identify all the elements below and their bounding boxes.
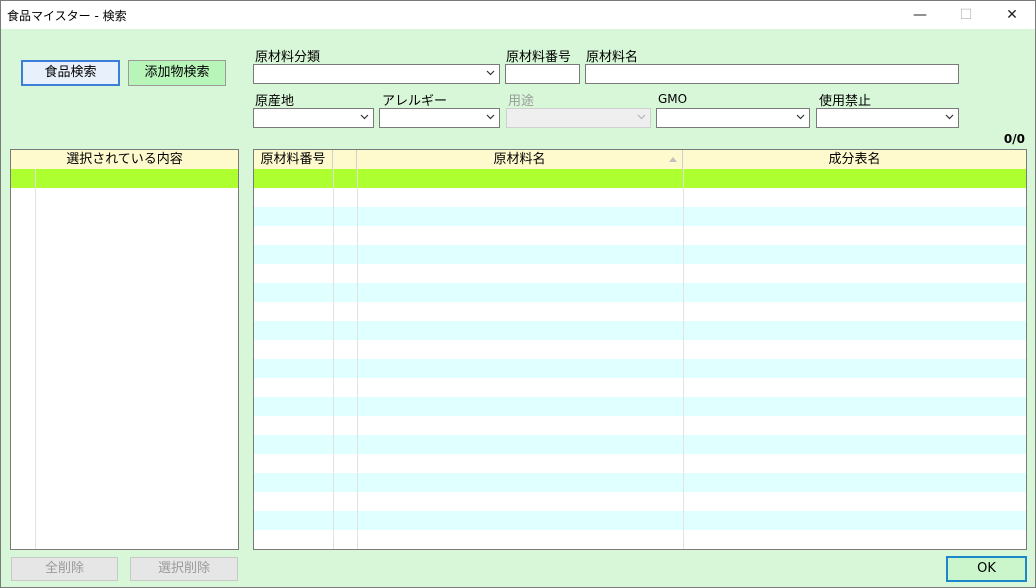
table-row[interactable]	[11, 321, 238, 341]
table-row[interactable]	[11, 264, 238, 284]
table-row[interactable]	[254, 207, 1026, 226]
grid-divider	[333, 169, 334, 549]
table-row[interactable]	[254, 340, 1026, 359]
origin-combo[interactable]	[253, 108, 374, 128]
column-header-material-number[interactable]: 原材料番号	[254, 150, 333, 169]
prohibited-label: 使用禁止	[819, 94, 872, 109]
grid-divider	[357, 169, 358, 549]
table-row[interactable]	[11, 492, 238, 512]
table-row[interactable]	[11, 359, 238, 379]
table-row[interactable]	[11, 473, 238, 493]
column-header-material-name[interactable]: 原材料名	[357, 150, 683, 169]
minimize-icon[interactable]: —	[897, 1, 943, 29]
table-row[interactable]	[11, 378, 238, 398]
sort-ascending-icon	[669, 157, 677, 162]
gmo-combo[interactable]	[656, 108, 810, 128]
chevron-down-icon	[945, 114, 954, 120]
clear-all-button: 全削除	[11, 557, 118, 581]
chevron-down-icon	[486, 70, 495, 76]
chevron-down-icon	[796, 114, 805, 120]
table-row[interactable]	[254, 302, 1026, 321]
table-row[interactable]	[11, 188, 238, 208]
table-row[interactable]	[254, 530, 1026, 549]
maximize-icon: ☐	[959, 7, 973, 23]
material-name-input[interactable]	[585, 64, 959, 84]
selected-items-grid[interactable]: 選択されている内容	[10, 149, 239, 550]
result-count: 0/0	[1003, 132, 1025, 146]
chevron-down-icon	[486, 114, 495, 120]
table-row[interactable]	[11, 454, 238, 474]
table-row[interactable]	[254, 454, 1026, 473]
allergy-label: アレルギー	[382, 94, 448, 109]
table-row[interactable]	[254, 397, 1026, 416]
client-area: 食品検索 添加物検索 原材料分類 原材料番号 原材料名 原産地 アレルギー 用途…	[1, 29, 1035, 587]
table-row[interactable]	[254, 416, 1026, 435]
category-label: 原材料分類	[255, 50, 321, 65]
table-row[interactable]	[254, 359, 1026, 378]
prohibited-combo[interactable]	[816, 108, 959, 128]
close-icon[interactable]: ✕	[989, 1, 1035, 29]
app-window: 食品マイスター - 検索 — ☐ ✕ 食品検索 添加物検索 原材料分類 原材料番…	[0, 0, 1036, 588]
column-header-component-table-name[interactable]: 成分表名	[683, 150, 1026, 169]
table-row[interactable]	[254, 511, 1026, 530]
table-row[interactable]	[254, 245, 1026, 264]
ok-button[interactable]: OK	[946, 556, 1027, 582]
table-row[interactable]	[11, 302, 238, 322]
selected-row[interactable]	[254, 169, 1026, 188]
table-row[interactable]	[11, 397, 238, 417]
material-number-label: 原材料番号	[506, 50, 572, 65]
material-number-input[interactable]	[505, 64, 580, 84]
table-row[interactable]	[254, 283, 1026, 302]
table-row[interactable]	[254, 378, 1026, 397]
allergy-combo[interactable]	[379, 108, 500, 128]
usage-combo	[506, 108, 651, 128]
selected-grid-header: 選択されている内容	[11, 150, 238, 170]
material-name-label: 原材料名	[586, 50, 639, 65]
food-search-button[interactable]: 食品検索	[21, 60, 120, 86]
table-row[interactable]	[254, 435, 1026, 454]
table-row[interactable]	[11, 283, 238, 303]
clear-selected-button: 選択削除	[130, 557, 238, 581]
table-row[interactable]	[11, 245, 238, 265]
additive-search-button[interactable]: 添加物検索	[128, 60, 226, 86]
window-title: 食品マイスター - 検索	[7, 9, 127, 23]
chevron-down-icon	[637, 114, 646, 120]
selected-row[interactable]	[11, 169, 238, 188]
grid-divider	[683, 169, 684, 549]
table-row[interactable]	[254, 492, 1026, 511]
selected-header-cell[interactable]: 選択されている内容	[11, 150, 238, 169]
table-row[interactable]	[254, 321, 1026, 340]
table-row[interactable]	[11, 207, 238, 227]
table-row[interactable]	[254, 473, 1026, 492]
results-grid-header: 原材料番号 原材料名 成分表名	[254, 150, 1026, 170]
title-bar: 食品マイスター - 検索 — ☐ ✕	[1, 1, 1035, 29]
table-row[interactable]	[11, 226, 238, 246]
usage-label: 用途	[508, 94, 535, 109]
origin-label: 原産地	[255, 94, 295, 109]
table-row[interactable]	[254, 188, 1026, 207]
category-combo[interactable]	[253, 64, 500, 84]
table-row[interactable]	[254, 226, 1026, 245]
table-row[interactable]	[11, 416, 238, 436]
table-row[interactable]	[11, 435, 238, 455]
column-header-blank[interactable]	[333, 150, 357, 169]
table-row[interactable]	[11, 340, 238, 360]
grid-divider	[35, 169, 36, 549]
results-grid[interactable]: 原材料番号 原材料名 成分表名	[253, 149, 1027, 550]
table-row[interactable]	[11, 530, 238, 549]
chevron-down-icon	[360, 114, 369, 120]
table-row[interactable]	[254, 264, 1026, 283]
table-row[interactable]	[11, 511, 238, 531]
gmo-label: GMO	[658, 92, 688, 106]
